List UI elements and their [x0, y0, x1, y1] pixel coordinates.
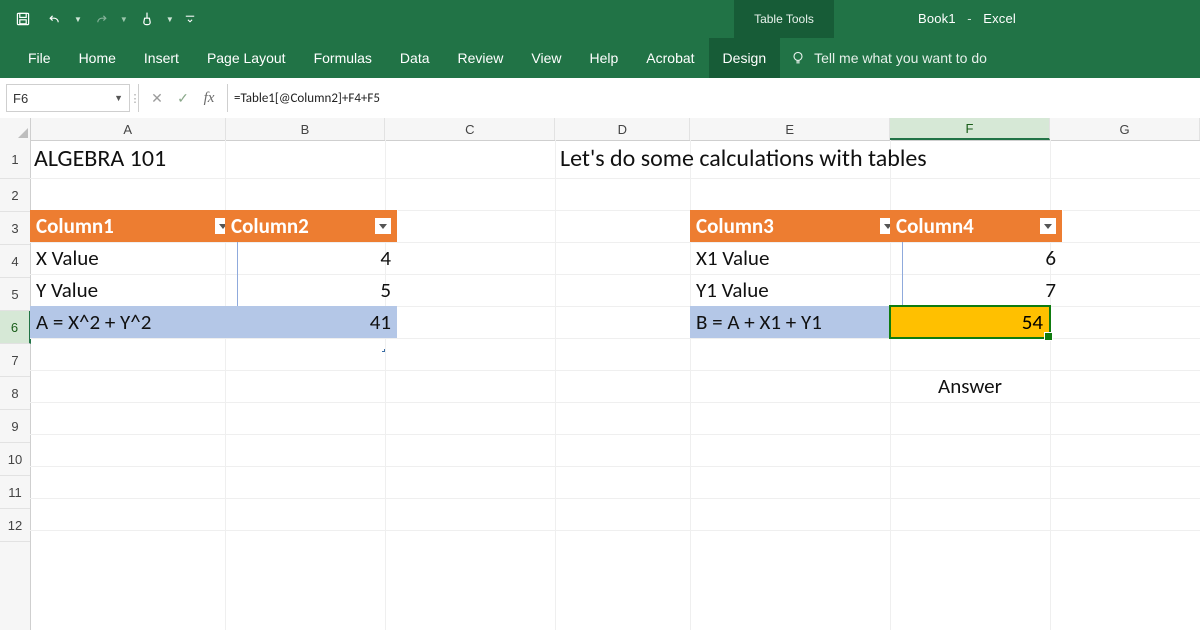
- table-tools-context-label: Table Tools: [734, 0, 834, 38]
- row-header-2[interactable]: 2: [0, 179, 30, 212]
- save-icon[interactable]: [10, 6, 36, 32]
- cell-E4[interactable]: X1 Value: [690, 242, 903, 274]
- col-header-A[interactable]: A: [31, 118, 226, 140]
- table1-header-col2[interactable]: Column2: [225, 210, 398, 242]
- row-header-10[interactable]: 10: [0, 443, 30, 476]
- formula-bar: F6 ▼ ⋮ ✕ ✓ fx: [0, 78, 1200, 119]
- row-header-3[interactable]: 3: [0, 212, 30, 245]
- document-name: Book1: [918, 11, 956, 26]
- table2-header-col3[interactable]: Column3: [690, 210, 903, 242]
- tab-acrobat[interactable]: Acrobat: [632, 38, 708, 78]
- table1-header-col1[interactable]: Column1: [30, 210, 238, 242]
- cells-area[interactable]: ALGEBRA 101 Let's do some calculations w…: [30, 140, 1200, 630]
- table2-header-col3-label: Column3: [696, 213, 774, 239]
- enter-formula-icon[interactable]: ✓: [173, 90, 193, 107]
- table2-header-col4-label: Column4: [896, 213, 974, 239]
- col-header-D[interactable]: D: [555, 118, 690, 140]
- tell-me-placeholder: Tell me what you want to do: [814, 50, 987, 66]
- col-header-B[interactable]: B: [226, 118, 386, 140]
- row-header-1[interactable]: 1: [0, 140, 30, 179]
- table1-header-col2-label: Column2: [231, 213, 309, 239]
- row-header-6[interactable]: 6: [0, 311, 31, 344]
- undo-icon[interactable]: [42, 6, 68, 32]
- cell-B6[interactable]: 41: [225, 306, 397, 338]
- tab-data[interactable]: Data: [386, 38, 444, 78]
- chevron-down-icon[interactable]: ▼: [114, 93, 123, 103]
- row-header-7[interactable]: 7: [0, 344, 30, 377]
- cell-F6-active[interactable]: 54: [889, 305, 1051, 339]
- cancel-formula-icon[interactable]: ✕: [147, 90, 167, 107]
- row-header-5[interactable]: 5: [0, 278, 30, 311]
- cell-F8[interactable]: Answer: [890, 370, 1050, 402]
- tab-page-layout[interactable]: Page Layout: [193, 38, 300, 78]
- table1-header-col1-label: Column1: [36, 213, 114, 239]
- col-header-G[interactable]: G: [1050, 118, 1200, 140]
- col-header-C[interactable]: C: [385, 118, 555, 140]
- table-resize-handle-icon[interactable]: [379, 332, 385, 338]
- cell-A1[interactable]: ALGEBRA 101: [34, 144, 166, 173]
- cell-E6[interactable]: B = A + X1 + Y1: [690, 306, 903, 338]
- cell-B4[interactable]: 4: [225, 242, 397, 274]
- row-headers: 1 2 3 4 5 6 7 8 9 10 11 12: [0, 140, 31, 630]
- row-header-12[interactable]: 12: [0, 509, 30, 542]
- cell-D1[interactable]: Let's do some calculations with tables: [560, 144, 927, 173]
- redo-icon[interactable]: [88, 6, 114, 32]
- worksheet-grid[interactable]: A B C D E F G 1 2 3 4 5 6 7 8 9 10 11 12: [0, 118, 1200, 630]
- column-headers: A B C D E F G: [0, 118, 1200, 141]
- undo-dropdown-icon[interactable]: ▼: [74, 15, 82, 24]
- tab-help[interactable]: Help: [576, 38, 633, 78]
- ribbon-tabs: File Home Insert Page Layout Formulas Da…: [0, 38, 1200, 78]
- tab-insert[interactable]: Insert: [130, 38, 193, 78]
- titlebar: ▼ ▼ ▼ Table Tools Book1 - Excel: [0, 0, 1200, 38]
- filter-dropdown-icon[interactable]: [1040, 218, 1056, 234]
- cell-B5[interactable]: 5: [225, 274, 397, 306]
- app-name: Excel: [983, 11, 1016, 26]
- filter-dropdown-icon[interactable]: [375, 218, 391, 234]
- tab-design[interactable]: Design: [709, 38, 781, 78]
- tab-home[interactable]: Home: [65, 38, 130, 78]
- tell-me-search[interactable]: Tell me what you want to do: [780, 50, 987, 66]
- customize-qat-icon[interactable]: [180, 6, 200, 32]
- tab-review[interactable]: Review: [444, 38, 518, 78]
- col-header-F[interactable]: F: [890, 118, 1050, 140]
- cell-A5[interactable]: Y Value: [30, 274, 238, 306]
- cell-F5[interactable]: 7: [890, 274, 1062, 306]
- tab-file[interactable]: File: [14, 38, 65, 78]
- insert-function-icon[interactable]: fx: [199, 90, 219, 107]
- col-header-E[interactable]: E: [690, 118, 890, 140]
- tab-formulas[interactable]: Formulas: [300, 38, 386, 78]
- select-all-cell[interactable]: [0, 118, 31, 140]
- row-header-9[interactable]: 9: [0, 410, 30, 443]
- row-header-11[interactable]: 11: [0, 476, 30, 509]
- cell-E5[interactable]: Y1 Value: [690, 274, 903, 306]
- tab-view[interactable]: View: [517, 38, 575, 78]
- cell-A4[interactable]: X Value: [30, 242, 238, 274]
- row-header-8[interactable]: 8: [0, 377, 30, 410]
- touch-mode-icon[interactable]: [134, 6, 160, 32]
- formula-input[interactable]: [228, 84, 1192, 112]
- table2-header-col4[interactable]: Column4: [890, 210, 1063, 242]
- redo-dropdown-icon[interactable]: ▼: [120, 15, 128, 24]
- touch-dropdown-icon[interactable]: ▼: [166, 15, 174, 24]
- cell-A6[interactable]: A = X^2 + Y^2: [30, 306, 238, 338]
- lightbulb-icon: [790, 50, 806, 66]
- row-header-4[interactable]: 4: [0, 245, 30, 278]
- cell-F4[interactable]: 6: [890, 242, 1062, 274]
- name-box[interactable]: F6 ▼: [6, 84, 130, 112]
- name-box-value: F6: [13, 91, 28, 106]
